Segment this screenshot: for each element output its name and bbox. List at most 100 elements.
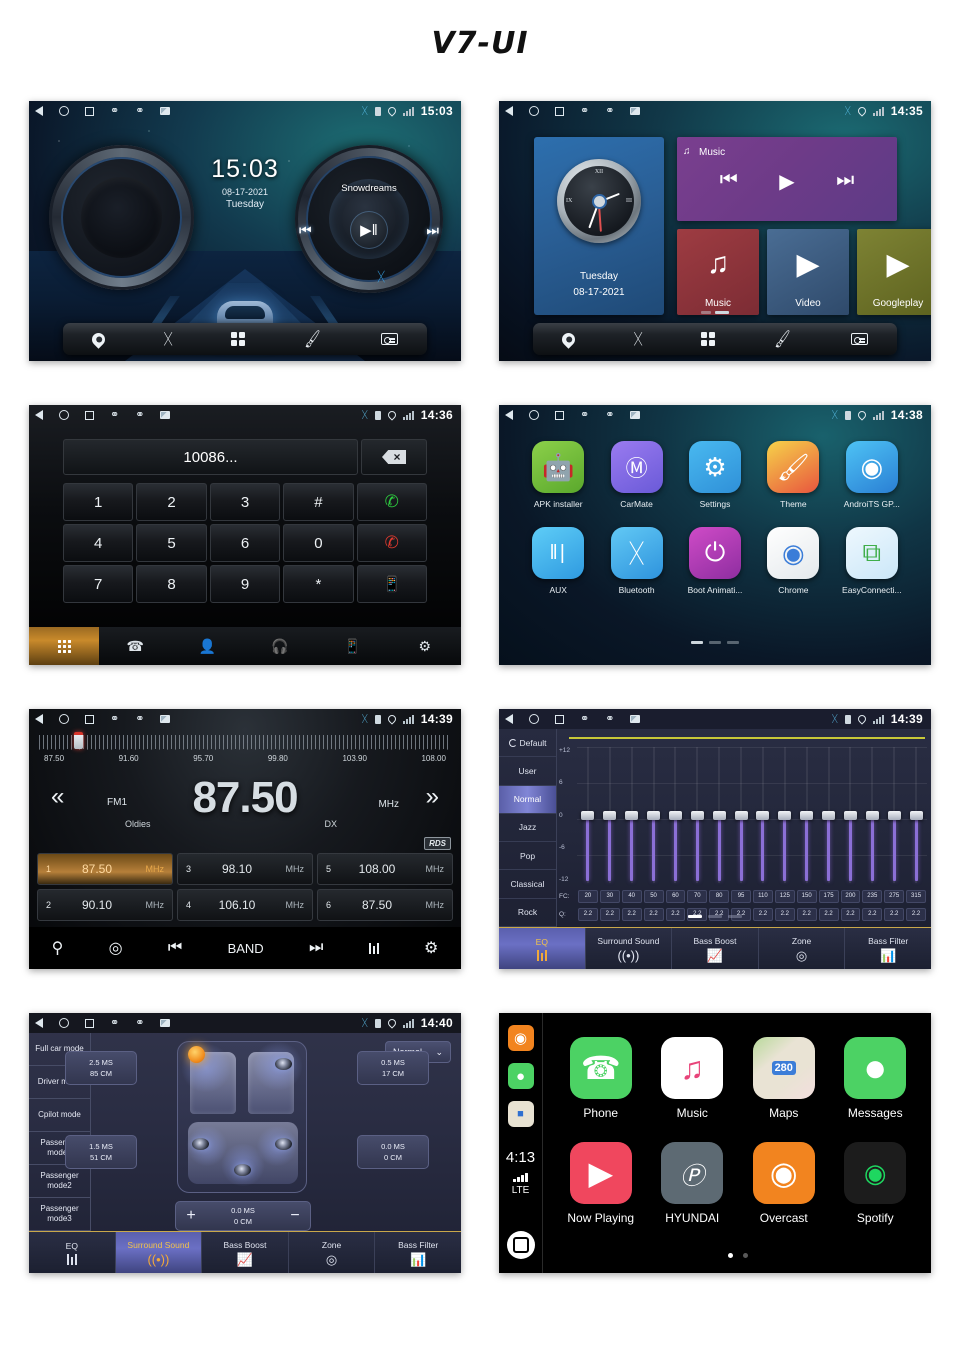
volume-knob-widget[interactable] bbox=[49, 145, 194, 290]
panel-widgets[interactable]: ⚭ ⚭ ᚷ 14:35 XII III IX Tuesday 08-17-202… bbox=[499, 101, 931, 361]
usb-icon[interactable]: ⚭ bbox=[135, 1017, 144, 1029]
app-chrome[interactable]: ◉ Chrome bbox=[754, 527, 832, 595]
call-button[interactable]: ✆ bbox=[356, 483, 427, 521]
usb-icon[interactable]: ⚭ bbox=[580, 713, 589, 725]
navigation-icon[interactable] bbox=[559, 329, 578, 349]
key-hash[interactable]: # bbox=[283, 483, 354, 521]
apps-icon[interactable] bbox=[700, 332, 715, 346]
fc-cells[interactable]: 20 30 40 50 60 70 80 95 110 125 150 175 200 235 275 315 bbox=[577, 890, 927, 903]
eq-band-60[interactable] bbox=[665, 747, 687, 883]
key-9[interactable]: 9 bbox=[209, 565, 281, 603]
band-button[interactable]: BAND bbox=[228, 941, 264, 956]
screenshot-icon[interactable] bbox=[160, 1019, 171, 1027]
carplay-app-overcast[interactable]: ◉ Overcast bbox=[738, 1142, 830, 1225]
home-icon[interactable] bbox=[59, 1018, 69, 1028]
key-0[interactable]: 0 bbox=[283, 524, 354, 562]
delay-rear-right[interactable]: 0.0 MS 0 CM bbox=[357, 1135, 429, 1169]
carplay-sidebar[interactable]: ◉ ● ■ 4:13 LTE bbox=[499, 1013, 543, 1273]
carplay-app-grid[interactable]: ☎ Phone ♫ Music 280 Maps ● Messages ▶ No… bbox=[555, 1037, 921, 1225]
usb-icon[interactable]: ⚭ bbox=[605, 105, 614, 117]
screenshot-icon[interactable] bbox=[630, 715, 641, 723]
apps-icon[interactable] bbox=[230, 332, 245, 346]
slider-thumb[interactable] bbox=[690, 811, 704, 820]
fc-cell[interactable]: 95 bbox=[731, 890, 751, 903]
eq-band-40[interactable] bbox=[621, 747, 643, 883]
app-carmate[interactable]: Ⓜ CarMate bbox=[597, 441, 675, 509]
carplay-app-spotify[interactable]: ◉ Spotify bbox=[830, 1142, 922, 1225]
key-4[interactable]: 4 bbox=[63, 524, 134, 562]
carplay-app-music[interactable]: ♫ Music bbox=[647, 1037, 739, 1120]
page-indicator[interactable] bbox=[555, 1245, 921, 1263]
slider-thumb[interactable] bbox=[800, 811, 814, 820]
play-pause-button[interactable]: ▶‖ bbox=[350, 211, 388, 249]
slider-thumb[interactable] bbox=[647, 811, 661, 820]
dialed-number-field[interactable]: 10086... bbox=[63, 439, 358, 475]
usb-icon[interactable]: ⚭ bbox=[110, 713, 119, 725]
fc-cell[interactable]: 40 bbox=[621, 890, 642, 903]
usb-icon[interactable]: ⚭ bbox=[580, 409, 589, 421]
tab-bass-filter[interactable]: Bass Filter 📊 bbox=[375, 1232, 461, 1273]
key-7[interactable]: 7 bbox=[63, 565, 134, 603]
preset-4[interactable]: 4 106.10 MHz bbox=[177, 889, 313, 921]
back-icon[interactable] bbox=[505, 714, 513, 724]
usb-icon[interactable]: ⚭ bbox=[135, 713, 144, 725]
recents-icon[interactable] bbox=[85, 410, 94, 420]
eq-band-235[interactable] bbox=[861, 747, 883, 883]
back-icon[interactable] bbox=[35, 714, 43, 724]
clock-widget[interactable]: 15:03 08-17-2021 Tuesday bbox=[197, 155, 293, 210]
app-boot-animation[interactable]: ⏻ Boot Animati... bbox=[676, 527, 754, 595]
radio-icon[interactable] bbox=[850, 333, 868, 345]
home-icon[interactable] bbox=[529, 410, 539, 420]
messages-icon[interactable]: ● bbox=[507, 1063, 534, 1089]
screenshot-icon[interactable] bbox=[630, 107, 641, 115]
eq-band-80[interactable] bbox=[708, 747, 730, 883]
fc-cell[interactable]: 70 bbox=[687, 890, 708, 903]
music-controls[interactable]: ⏮ ▶‖ ⏭ bbox=[299, 211, 439, 249]
call-history-icon[interactable]: ☎ bbox=[99, 638, 171, 655]
tab-bass-filter[interactable]: Bass Filter 📊 bbox=[845, 928, 931, 969]
home-icon[interactable] bbox=[59, 714, 69, 724]
keypad-icon[interactable] bbox=[29, 627, 99, 665]
rds-badge[interactable]: RDS bbox=[424, 837, 451, 850]
eq-band-95[interactable] bbox=[730, 747, 752, 883]
dialpad-keys[interactable]: 1 2 3 # ✆ 4 5 6 0 ✆ 7 8 9 * 📱 bbox=[63, 483, 427, 603]
fc-cell[interactable]: 275 bbox=[884, 890, 905, 903]
fc-cell[interactable]: 175 bbox=[818, 890, 839, 903]
carplay-app-phone[interactable]: ☎ Phone bbox=[555, 1037, 647, 1120]
fc-cell[interactable]: 30 bbox=[599, 890, 620, 903]
app-theme[interactable]: 🖌 Theme bbox=[754, 441, 832, 509]
key-3[interactable]: 3 bbox=[209, 483, 281, 521]
carplay-app-messages[interactable]: ● Messages bbox=[830, 1037, 922, 1120]
listener-position-marker[interactable] bbox=[188, 1046, 205, 1063]
delay-rear-left[interactable]: 1.5 MS 51 CM bbox=[65, 1135, 137, 1169]
prev-track-button[interactable]: ⏮ bbox=[720, 169, 738, 194]
eq-band-70[interactable] bbox=[686, 747, 708, 883]
app-easyconnection[interactable]: ⧉ EasyConnecti... bbox=[833, 527, 911, 595]
maps-icon[interactable]: ■ bbox=[507, 1101, 534, 1127]
usb-icon[interactable]: ⚭ bbox=[580, 105, 589, 117]
slider-thumb[interactable] bbox=[843, 811, 857, 820]
fc-cell[interactable]: 150 bbox=[796, 890, 817, 903]
mode-cpilot[interactable]: Cpilot mode bbox=[29, 1099, 90, 1132]
delay-stepper[interactable]: + 0.0 MS 0 CM − bbox=[175, 1201, 311, 1231]
usb-icon[interactable]: ⚭ bbox=[110, 1017, 119, 1029]
panel-carplay[interactable]: ◉ ● ■ 4:13 LTE ☎ Phone ♫ Music 280 Maps bbox=[499, 1013, 931, 1273]
mode-passenger-2[interactable]: Passenger mode2 bbox=[29, 1165, 90, 1198]
panel-home[interactable]: ⚭ ⚭ ᚷ 15:03 15:03 08-17-2021 Tuesday Sno… bbox=[29, 101, 461, 361]
audio-tabbar[interactable]: EQ Surround Sound ((•)) Bass Boost 📈 Zon… bbox=[29, 1231, 461, 1273]
preset-6[interactable]: 6 87.50 MHz bbox=[317, 889, 453, 921]
music-widget[interactable]: ♫ Music ⏮ ▶ ⏭ bbox=[677, 137, 897, 221]
home-icon[interactable] bbox=[529, 714, 539, 724]
bt-settings-icon[interactable]: ⚙ bbox=[389, 638, 461, 655]
radio-icon[interactable] bbox=[380, 333, 398, 345]
eq-preset-normal[interactable]: Normal bbox=[499, 785, 556, 814]
preset-3[interactable]: 3 98.10 MHz bbox=[177, 853, 313, 885]
tab-surround-sound[interactable]: Surround Sound ((•)) bbox=[586, 928, 673, 969]
back-icon[interactable] bbox=[35, 106, 43, 116]
prev-track-button[interactable]: ⏮ bbox=[299, 222, 312, 239]
fc-cell[interactable]: 235 bbox=[862, 890, 883, 903]
eq-band-200[interactable] bbox=[840, 747, 862, 883]
back-icon[interactable] bbox=[505, 106, 513, 116]
next-track-button[interactable]: ⏭ bbox=[426, 222, 439, 239]
usb-icon[interactable]: ⚭ bbox=[110, 409, 119, 421]
